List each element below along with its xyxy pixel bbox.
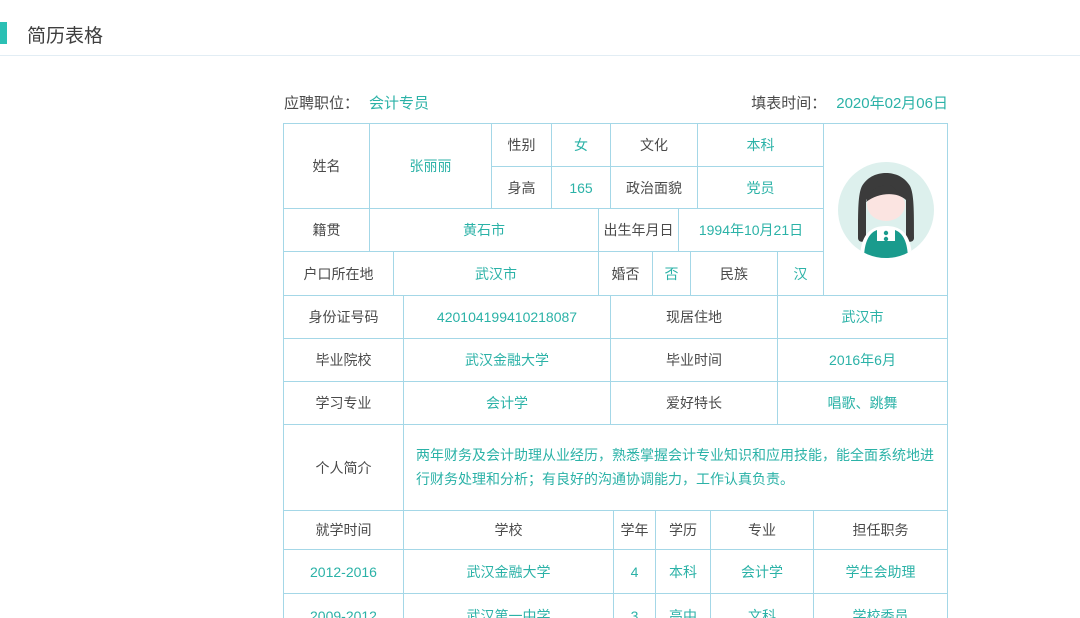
- edu-row-major: 会计学: [711, 550, 814, 594]
- edu-header-school: 学校: [404, 511, 614, 550]
- title-accent-bar: [0, 22, 7, 44]
- major-label: 学习专业: [284, 382, 404, 425]
- header-divider: [0, 55, 1080, 56]
- hobby-label: 爱好特长: [611, 382, 778, 425]
- edu-header-position: 担任职务: [814, 511, 948, 550]
- gender-value: 女: [552, 124, 611, 167]
- household-value: 武汉市: [394, 252, 599, 296]
- edu-row-school: 武汉第一中学: [404, 594, 614, 618]
- position-label: 应聘职位：: [284, 92, 359, 113]
- resume-table: 姓名 张丽丽 性别 女 文化 本科 身高 165 政治面貌: [283, 123, 948, 618]
- grad-value: 2016年6月: [778, 339, 948, 382]
- date-label: 填表时间：: [751, 92, 826, 113]
- intro-label: 个人简介: [284, 425, 404, 511]
- edu-header-years: 学年: [614, 511, 656, 550]
- edu-header-degree: 学历: [656, 511, 711, 550]
- edu-header-period: 就学时间: [284, 511, 404, 550]
- birth-label: 出生年月日: [599, 209, 679, 252]
- household-label: 户口所在地: [284, 252, 394, 296]
- height-label: 身高: [492, 167, 552, 209]
- edu-row-period: 2012-2016: [284, 550, 404, 594]
- edu-row-degree: 本科: [656, 550, 711, 594]
- name-label: 姓名: [284, 124, 370, 209]
- political-label: 政治面貌: [611, 167, 698, 209]
- ethnic-label: 民族: [691, 252, 778, 296]
- edu-row-degree: 高中: [656, 594, 711, 618]
- position-value: 会计专员: [369, 92, 429, 113]
- edu-row-position: 学校委员: [814, 594, 948, 618]
- id-value: 420104199410218087: [404, 296, 611, 339]
- birth-value: 1994年10月21日: [679, 209, 824, 252]
- date-meta: 填表时间： 2020年02月06日: [751, 92, 948, 113]
- marital-label: 婚否: [599, 252, 653, 296]
- resume-page: 简历表格 应聘职位： 会计专员 填表时间： 2020年02月06日 姓名 张丽丽…: [0, 0, 1080, 618]
- political-value: 党员: [698, 167, 824, 209]
- residence-label: 现居住地: [611, 296, 778, 339]
- marital-value: 否: [653, 252, 691, 296]
- culture-value: 本科: [698, 124, 824, 167]
- residence-value: 武汉市: [778, 296, 948, 339]
- native-label: 籍贯: [284, 209, 370, 252]
- edu-row-years: 4: [614, 550, 656, 594]
- edu-row-school: 武汉金融大学: [404, 550, 614, 594]
- native-value: 黄石市: [370, 209, 599, 252]
- height-value: 165: [552, 167, 611, 209]
- grad-label: 毕业时间: [611, 339, 778, 382]
- position-meta: 应聘职位： 会计专员: [284, 92, 429, 113]
- culture-label: 文化: [611, 124, 698, 167]
- gender-label: 性别: [492, 124, 552, 167]
- name-value: 张丽丽: [370, 124, 492, 209]
- date-value: 2020年02月06日: [836, 92, 948, 113]
- edu-row-major: 文科: [711, 594, 814, 618]
- page-title: 简历表格: [27, 21, 103, 48]
- major-value: 会计学: [404, 382, 611, 425]
- intro-value: 两年财务及会计助理从业经历，熟悉掌握会计专业知识和应用技能，能全面系统地进行财务…: [404, 425, 948, 511]
- college-label: 毕业院校: [284, 339, 404, 382]
- edu-row-position: 学生会助理: [814, 550, 948, 594]
- edu-row-period: 2009-2012: [284, 594, 404, 618]
- id-label: 身份证号码: [284, 296, 404, 339]
- hobby-value: 唱歌、跳舞: [778, 382, 948, 425]
- female-avatar-icon: [836, 160, 936, 260]
- photo-cell: [824, 124, 948, 296]
- edu-row-years: 3: [614, 594, 656, 618]
- edu-header-major: 专业: [711, 511, 814, 550]
- college-value: 武汉金融大学: [404, 339, 611, 382]
- ethnic-value: 汉: [778, 252, 824, 296]
